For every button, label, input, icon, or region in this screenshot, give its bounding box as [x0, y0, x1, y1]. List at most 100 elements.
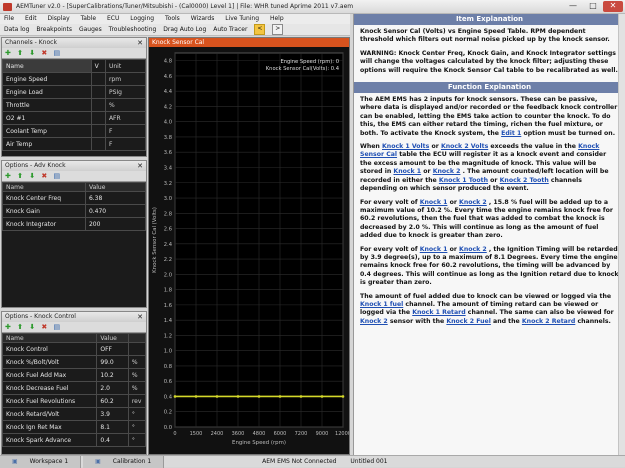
toolbar-data-log[interactable]: Data log [4, 26, 29, 33]
delete-icon[interactable]: ✖ [41, 323, 47, 331]
list-icon[interactable]: ▤ [53, 49, 60, 57]
option-value[interactable]: 8.1 [96, 420, 129, 434]
table-row[interactable]: Knock Integrator 200 [2, 217, 146, 231]
channel-link[interactable]: Knock 1 [420, 199, 448, 206]
tab-workspace-1[interactable]: ▣ Workspace 1 [0, 456, 82, 468]
channel-link[interactable]: Knock 2 Volts [441, 143, 488, 150]
menu-logging[interactable]: Logging [130, 15, 154, 22]
option-value[interactable]: 2.0 [96, 381, 129, 395]
channel-link[interactable]: Knock 1 [393, 168, 421, 175]
list-icon[interactable]: ▤ [53, 323, 60, 331]
tab-calibration-1[interactable]: ▣ Calibration 1 [83, 456, 165, 468]
option-value[interactable]: OFF [96, 342, 129, 356]
adv-knock-panel: Options - Adv Knock ✕ ✚ ⬆ ⬇ ✖ ▤ Name Valu… [1, 160, 147, 308]
channel-link[interactable]: Knock 2 [459, 199, 487, 206]
table-row[interactable]: Knock Control OFF [2, 342, 146, 356]
channel-link[interactable]: Knock 2 Tooth [500, 177, 549, 184]
channel-link[interactable]: Knock 1 [420, 246, 448, 253]
data-point [278, 395, 282, 398]
menu-help[interactable]: Help [270, 15, 284, 22]
move-up-icon[interactable]: ⬆ [17, 49, 23, 57]
toolbar-gauges[interactable]: Gauges [79, 26, 102, 33]
table-row[interactable]: O2 #1 AFR [2, 111, 146, 125]
channel-link[interactable]: Knock 1 fuel [360, 301, 403, 308]
menu-tools[interactable]: Tools [165, 15, 180, 22]
toolbar-troubleshooting[interactable]: Troubleshooting [109, 26, 157, 33]
menu-live-tuning[interactable]: Live Tuning [225, 15, 259, 22]
channel-link[interactable]: Edit 1 [501, 130, 521, 137]
table-row[interactable]: Knock Fuel Add Max 10.2% [2, 368, 146, 382]
column-header-name: Name [2, 182, 86, 192]
delete-icon[interactable]: ✖ [41, 172, 47, 180]
channel-link[interactable]: Knock 2 [459, 246, 487, 253]
table-row[interactable]: Knock Fuel Revolutions 60.2 rev [2, 394, 146, 408]
channel-link[interactable]: Knock 2 [433, 168, 461, 175]
menu-file[interactable]: File [4, 15, 14, 22]
option-value[interactable]: 99.0 [96, 355, 129, 369]
explanation-panel: Item Explanation Knock Sensor Cal (Volts… [353, 14, 625, 455]
menu-wizards[interactable]: Wizards [191, 15, 215, 22]
option-value[interactable]: 60.2 [96, 394, 129, 408]
table-row[interactable]: Knock Retard/Volt 3.9 ° [2, 407, 146, 421]
toolbar-breakpoints[interactable]: Breakpoints [36, 26, 72, 33]
table-row[interactable]: Name V Unit [2, 59, 146, 73]
menu-display[interactable]: Display [48, 15, 70, 22]
option-value[interactable]: 0.4 [96, 433, 129, 447]
toolbar-auto-tracer[interactable]: Auto Tracer [213, 26, 247, 33]
channel-link[interactable]: Knock 2 [360, 318, 388, 325]
table-row[interactable]: Coolant Temp F [2, 124, 146, 138]
close-button[interactable]: ✕ [603, 1, 623, 12]
channel-link[interactable]: Knock 2 Retard [522, 318, 575, 325]
maximize-button[interactable]: □ [583, 1, 603, 12]
option-value[interactable]: 10.2 [96, 368, 129, 382]
option-unit: % [127, 368, 146, 382]
add-icon[interactable]: ✚ [5, 323, 11, 331]
option-value[interactable]: 200 [84, 217, 146, 231]
y-tick-label: 0.2 [164, 410, 172, 416]
option-value[interactable]: 6.38 [84, 191, 146, 205]
next-arrow-button[interactable]: > [272, 24, 284, 35]
table-row[interactable]: Knock Gain 0.470 [2, 204, 146, 218]
option-value[interactable]: 0.470 [84, 204, 146, 218]
move-up-icon[interactable]: ⬆ [17, 323, 23, 331]
channel-link[interactable]: Knock 1 Retard [412, 309, 465, 316]
channel-link[interactable]: Knock 2 Fuel [446, 318, 491, 325]
move-down-icon[interactable]: ⬇ [29, 323, 35, 331]
prev-arrow-button[interactable]: < [254, 24, 266, 35]
add-icon[interactable]: ✚ [5, 49, 11, 57]
vertical-scrollbar[interactable] [618, 14, 625, 455]
table-row[interactable]: Knock %/Bolt/Volt 99.0% [2, 355, 146, 369]
adv-knock-panel-title: Options - Adv Knock ✕ [2, 161, 146, 171]
table-row[interactable]: Knock Ign Ret Max 8.1 ° [2, 420, 146, 434]
add-icon[interactable]: ✚ [5, 172, 11, 180]
channel-link[interactable]: Knock 1 Tooth [439, 177, 488, 184]
table-row[interactable]: Air Temp F [2, 137, 146, 151]
minimize-button[interactable]: — [563, 1, 583, 12]
table-row[interactable]: Throttle% [2, 98, 146, 112]
move-down-icon[interactable]: ⬇ [29, 49, 35, 57]
move-down-icon[interactable]: ⬇ [29, 172, 35, 180]
menu-ecu[interactable]: ECU [107, 15, 119, 22]
table-header-row: Name Value [2, 333, 146, 343]
knock-sensor-cal-chart[interactable]: 4.8 4.6 4.4 4.2 4.0 3.8 3.6 3.4 3.2 3.0 2.8 2.6 2.4 2… [149, 47, 349, 454]
table-row[interactable]: Knock Spark Advance 0.4 ° [2, 433, 146, 447]
table-row[interactable]: Knock Decrease Fuel 2.0% [2, 381, 146, 395]
table-row[interactable]: Engine Speed rpm [2, 72, 146, 86]
menu-edit[interactable]: Edit [25, 15, 37, 22]
close-icon[interactable]: ✕ [137, 161, 143, 171]
table-row[interactable]: Engine Load PSIg [2, 85, 146, 99]
delete-icon[interactable]: ✖ [41, 49, 47, 57]
toolbar-drag-auto-log[interactable]: Drag Auto Log [163, 26, 206, 33]
channel-link[interactable]: Knock 1 Volts [382, 143, 429, 150]
option-value[interactable]: 3.9 [96, 407, 129, 421]
option-name: Knock Control [2, 342, 98, 356]
window-title: AEMTuner v2.0 - [SuperCalibrations/Tuner… [16, 3, 354, 10]
table-row[interactable]: Knock Center Freq 6.38 [2, 191, 146, 205]
move-up-icon[interactable]: ⬆ [17, 172, 23, 180]
close-icon[interactable]: ✕ [137, 38, 143, 48]
menu-table[interactable]: Table [81, 15, 97, 22]
list-icon[interactable]: ▤ [53, 172, 60, 180]
function-explanation-para: The amount of fuel added due to knock ca… [360, 293, 619, 327]
channel-unit: PSIg [104, 85, 146, 99]
close-icon[interactable]: ✕ [137, 312, 143, 322]
